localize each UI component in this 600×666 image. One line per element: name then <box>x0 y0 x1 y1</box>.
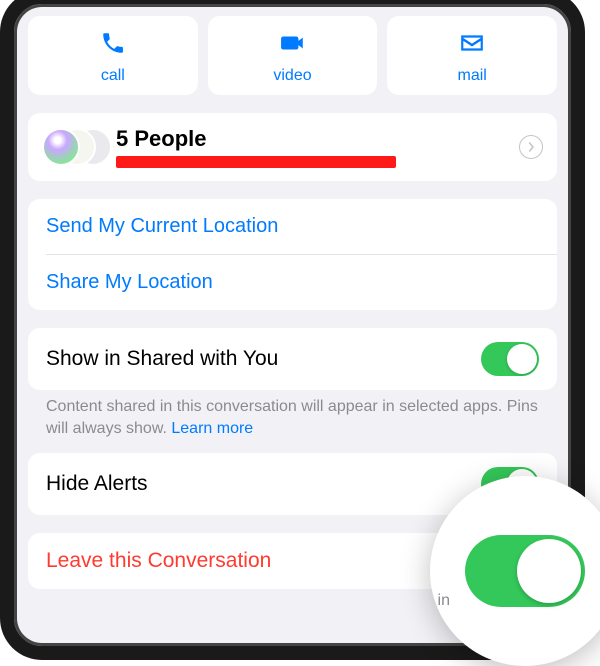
video-label: video <box>273 67 311 85</box>
disclosure-icon <box>519 135 543 159</box>
shared-with-you-row: Show in Shared with You <box>28 328 557 390</box>
shared-with-you-toggle[interactable] <box>481 342 539 376</box>
send-current-location[interactable]: Send My Current Location <box>28 199 557 254</box>
video-icon <box>278 30 308 61</box>
redacted-names <box>116 156 396 168</box>
mail-icon <box>457 30 487 61</box>
participants-count: 5 People <box>116 126 505 152</box>
contact-actions-row: call video mail <box>28 16 557 95</box>
hide-alerts-label: Hide Alerts <box>46 472 148 496</box>
participants-card: 5 People <box>28 113 557 181</box>
avatar-stack <box>42 123 102 171</box>
hide-alerts-toggle-magnified[interactable] <box>465 535 585 607</box>
participants-text: 5 People <box>116 126 505 168</box>
mail-label: mail <box>458 67 487 85</box>
call-label: call <box>101 67 125 85</box>
mail-button[interactable]: mail <box>387 16 557 95</box>
video-button[interactable]: video <box>208 16 378 95</box>
share-my-location[interactable]: Share My Location <box>28 255 557 310</box>
phone-icon <box>98 30 128 61</box>
participants-row[interactable]: 5 People <box>28 113 557 181</box>
shared-helper-text: Content shared in this conversation will… <box>28 394 557 453</box>
avatar <box>42 128 80 166</box>
shared-with-you-card: Show in Shared with You <box>28 328 557 390</box>
magnifier-caption-fragment: in <box>438 592 450 610</box>
shared-with-you-label: Show in Shared with You <box>46 347 278 371</box>
shared-helper-body: Content shared in this conversation will… <box>46 398 538 437</box>
location-card: Send My Current Location Share My Locati… <box>28 199 557 310</box>
learn-more-link[interactable]: Learn more <box>171 420 253 437</box>
call-button[interactable]: call <box>28 16 198 95</box>
